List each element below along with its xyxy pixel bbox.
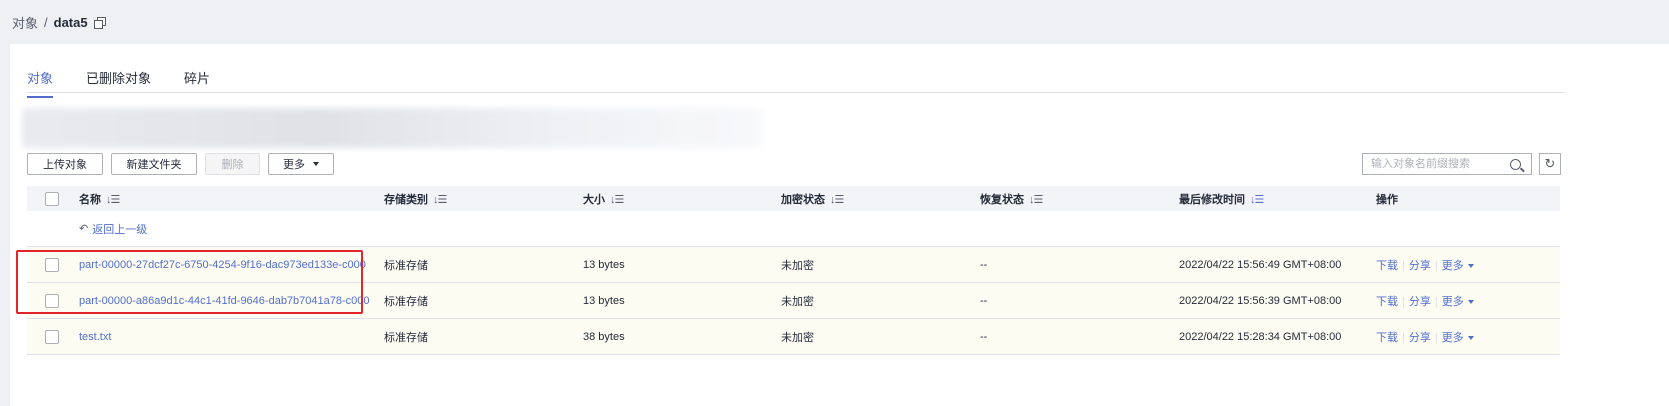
tab-objects[interactable]: 对象: [27, 68, 54, 98]
sort-desc-icon[interactable]: ↓☰: [1250, 193, 1264, 206]
share-link[interactable]: 分享: [1409, 296, 1431, 308]
row-actions: 下载 | 分享 | 更多: [1368, 329, 1560, 345]
tab-fragments[interactable]: 碎片: [184, 68, 210, 98]
back-row: ↶ 返回上一级: [27, 211, 1560, 247]
back-arrow-icon: ↶: [79, 223, 89, 235]
more-actions-link[interactable]: 更多: [1442, 332, 1474, 344]
storage-class: 标准存储: [384, 331, 428, 344]
search-icon[interactable]: [1510, 158, 1521, 170]
table-row: part-00000-a86a9d1c-44c1-41fd-9646-dab7b…: [27, 283, 1560, 319]
share-link[interactable]: 分享: [1409, 332, 1431, 344]
storage-class: 标准存储: [384, 295, 428, 308]
encryption-status: 未加密: [781, 259, 814, 272]
table-row: test.txt 标准存储 38 bytes 未加密 -- 2022/04/22…: [27, 319, 1560, 355]
toolbar: 上传对象 新建文件夹 删除 更多: [27, 153, 342, 175]
modified-time: 2022/04/22 15:56:39 GMT+08:00: [1179, 294, 1342, 307]
search-box: [1362, 153, 1532, 175]
download-link[interactable]: 下载: [1376, 296, 1398, 308]
encryption-status: 未加密: [781, 295, 814, 308]
restore-status: --: [980, 294, 988, 307]
storage-class: 标准存储: [384, 259, 428, 272]
header-size[interactable]: 大小 ↓☰: [575, 191, 773, 207]
restore-status: --: [980, 330, 988, 343]
blurred-info-banner: [22, 108, 762, 148]
object-name-link[interactable]: test.txt: [79, 331, 111, 343]
breadcrumb-separator: /: [44, 15, 48, 30]
header-restore[interactable]: 恢复状态 ↓☰: [972, 191, 1171, 207]
header-encryption[interactable]: 加密状态 ↓☰: [773, 191, 972, 207]
main-panel: 对象 已删除对象 碎片 上传对象 新建文件夹 删除 更多 ↻ 名称↓☰ 存储类别…: [10, 44, 1669, 406]
header-name[interactable]: 名称 ↓☰: [71, 191, 376, 207]
tabs-divider: [27, 92, 1565, 93]
delete-button[interactable]: 删除: [205, 153, 260, 175]
refresh-icon: ↻: [1544, 156, 1556, 171]
breadcrumb-root[interactable]: 对象: [12, 13, 38, 32]
size: 13 bytes: [583, 294, 625, 307]
restore-status: --: [980, 258, 988, 271]
table-row: part-00000-27dcf27c-6750-4254-9f16-dac97…: [27, 247, 1560, 283]
header-storage-class[interactable]: 存储类别 ↓☰: [376, 191, 575, 207]
upload-object-button[interactable]: 上传对象: [27, 153, 103, 175]
sort-icon[interactable]: ↓☰: [610, 193, 624, 206]
modified-time: 2022/04/22 15:56:49 GMT+08:00: [1179, 258, 1342, 271]
back-link[interactable]: ↶ 返回上一级: [79, 221, 147, 237]
header-actions: 操作: [1376, 193, 1398, 206]
size: 13 bytes: [583, 258, 625, 271]
row-actions: 下载 | 分享 | 更多: [1368, 293, 1560, 309]
table-header: 名称 ↓☰ 存储类别 ↓☰ 大小 ↓☰ 加密状态 ↓☰ 恢复状态 ↓☰ 最后修改时间 ↓☰ …: [27, 186, 1560, 211]
more-actions-link[interactable]: 更多: [1442, 296, 1474, 308]
sort-icon[interactable]: ↓☰: [1029, 193, 1043, 206]
size: 38 bytes: [583, 330, 625, 343]
caret-down-icon: [1467, 335, 1474, 340]
caret-down-icon: [1467, 299, 1474, 304]
select-all-checkbox[interactable]: [45, 191, 59, 206]
share-link[interactable]: 分享: [1409, 260, 1431, 272]
sort-icon[interactable]: ↓☰: [106, 193, 120, 206]
modified-time: 2022/04/22 15:28:34 GMT+08:00: [1179, 330, 1342, 343]
header-modified[interactable]: 最后修改时间 ↓☰: [1171, 191, 1368, 207]
back-link-label: 返回上一级: [92, 223, 148, 236]
more-actions-link[interactable]: 更多: [1442, 260, 1474, 272]
row-checkbox[interactable]: [45, 329, 59, 344]
breadcrumb: 对象 / data5: [12, 13, 106, 32]
row-checkbox[interactable]: [45, 293, 59, 308]
row-checkbox[interactable]: [45, 257, 59, 272]
sort-icon[interactable]: ↓☰: [830, 193, 844, 206]
tab-bar: 对象 已删除对象 碎片: [27, 68, 243, 98]
object-name-link[interactable]: part-00000-27dcf27c-6750-4254-9f16-dac97…: [79, 259, 366, 271]
refresh-button[interactable]: ↻: [1539, 153, 1561, 175]
copy-icon[interactable]: [93, 17, 106, 29]
caret-down-icon: [313, 162, 319, 166]
caret-down-icon: [1467, 263, 1474, 268]
row-actions: 下载 | 分享 | 更多: [1368, 257, 1560, 273]
download-link[interactable]: 下载: [1376, 332, 1398, 344]
search-input[interactable]: [1363, 157, 1510, 171]
more-button-label: 更多: [283, 159, 305, 171]
object-table: 名称 ↓☰ 存储类别 ↓☰ 大小 ↓☰ 加密状态 ↓☰ 恢复状态 ↓☰ 最后修改时间 ↓☰ …: [27, 186, 1560, 355]
new-folder-button[interactable]: 新建文件夹: [111, 153, 197, 175]
encryption-status: 未加密: [781, 331, 814, 344]
breadcrumb-current: data5: [53, 15, 88, 30]
tab-deleted-objects[interactable]: 已删除对象: [86, 68, 151, 98]
download-link[interactable]: 下载: [1376, 260, 1398, 272]
object-name-link[interactable]: part-00000-a86a9d1c-44c1-41fd-9646-dab7b…: [79, 295, 370, 307]
more-button[interactable]: 更多: [268, 153, 334, 175]
sort-icon[interactable]: ↓☰: [433, 193, 447, 206]
